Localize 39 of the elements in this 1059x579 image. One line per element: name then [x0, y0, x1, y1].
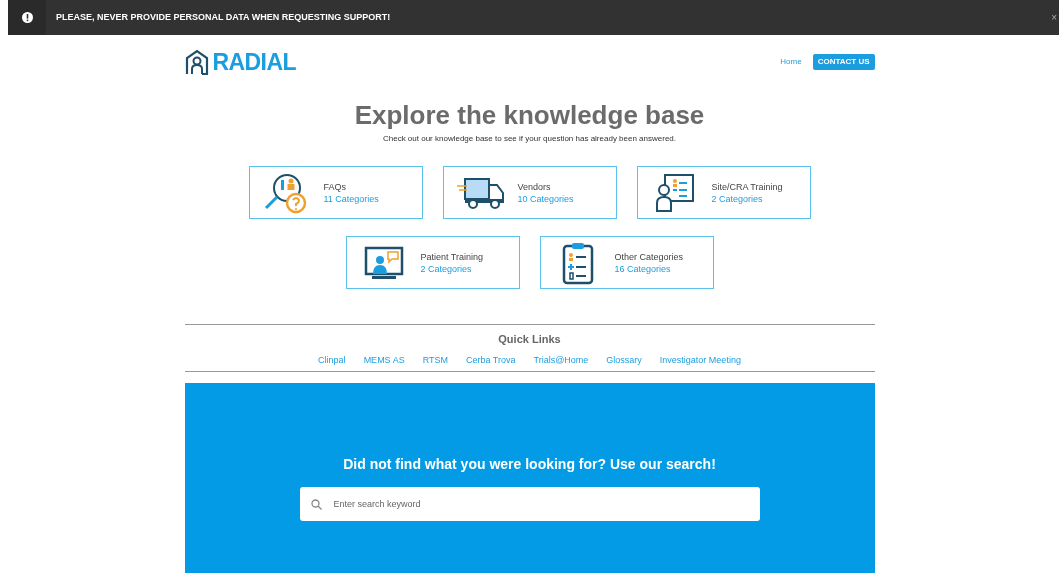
contact-button[interactable]: CONTACT US [812, 54, 875, 70]
card-title: Vendors [517, 180, 552, 193]
quick-link[interactable]: Trials@Home [533, 353, 589, 367]
category-card[interactable]: Site/CRA Training 2 Categories [636, 166, 811, 219]
category-count: 2 Categories [420, 262, 473, 275]
house-person-icon [184, 49, 209, 75]
category-card[interactable]: FAQs 11 Categories [248, 166, 423, 219]
card-title: Patient Training [420, 250, 484, 263]
card-title: Other Categories [614, 250, 684, 263]
quick-link[interactable]: Investigator Meeting [659, 353, 741, 367]
card-title: FAQs [323, 180, 347, 193]
home-link[interactable]: Home [780, 56, 802, 68]
clipboard-icon [561, 240, 594, 285]
quick-link[interactable]: Cerba Trova [466, 353, 516, 367]
category-card[interactable]: Other Categories 16 Categories [539, 236, 714, 289]
truck-icon [456, 175, 505, 210]
close-button[interactable]: × [1051, 10, 1057, 25]
quick-link[interactable]: Clinpal [318, 353, 346, 367]
quick-link[interactable]: Glossary [606, 353, 642, 367]
category-card[interactable]: Vendors 10 Categories [442, 166, 617, 219]
quick-link[interactable]: MEMS AS [363, 353, 405, 367]
category-count: 2 Categories [711, 192, 764, 205]
page-subtitle: Check out our knowledge base to see if your question has already been answered. [381, 133, 678, 145]
logo[interactable]: RADIAL [184, 49, 296, 75]
doctor-screen-icon [654, 172, 695, 213]
alert-icon [21, 12, 33, 23]
quick-link[interactable]: RTSM [422, 353, 448, 367]
search-field[interactable]: Enter search keyword [299, 487, 760, 521]
page-title: Explore the knowledge base [353, 99, 706, 131]
card-title: Site/CRA Training [711, 180, 783, 193]
search-icon [310, 499, 322, 510]
warning-text: PLEASE, NEVER PROVIDE PERSONAL DATA WHEN REQUESTING SUPPORT! [56, 10, 391, 24]
category-card[interactable]: Patient Training 2 Categories [345, 236, 520, 289]
quick-links-title: Quick Links [498, 332, 561, 347]
category-count: 10 Categories [517, 192, 574, 205]
category-count: 11 Categories [323, 192, 379, 205]
category-count: 16 Categories [614, 262, 672, 275]
video-call-icon [363, 245, 404, 280]
search-heading: Did not find what you were looking for? Use our search! [343, 455, 716, 474]
